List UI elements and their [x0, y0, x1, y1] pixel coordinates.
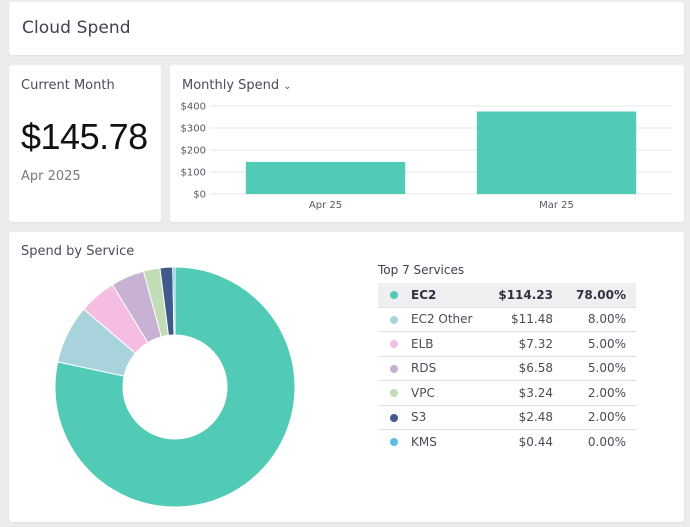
- header-card: Cloud Spend: [9, 2, 684, 55]
- legend-dot: [389, 291, 398, 300]
- y-tick-label: $300: [181, 124, 206, 135]
- x-tick-label: Apr 25: [309, 200, 342, 211]
- service-amount: $2.48: [481, 405, 553, 430]
- legend-dot: [389, 389, 398, 398]
- spend-by-service-card: Spend by Service Top 7 Services EC2 $114…: [9, 232, 684, 522]
- y-tick-label: $100: [181, 168, 206, 179]
- service-percent: 2.00%: [553, 405, 636, 430]
- monthly-spend-card: $0 $100 $200 $300 $400 Apr 25 Mar 25 Monthly S…: [170, 65, 684, 222]
- current-month-card: Current Month $145.78 Apr 2025: [9, 65, 161, 222]
- service-name: RDS: [409, 356, 481, 381]
- table-row[interactable]: KMS $0.44 0.00%: [378, 430, 636, 454]
- current-month-label: Current Month: [21, 78, 115, 93]
- table-row[interactable]: EC2 $114.23 78.00%: [378, 283, 636, 308]
- service-amount: $6.58: [481, 356, 553, 381]
- service-amount: $3.24: [481, 380, 553, 406]
- page-title: Cloud Spend: [22, 18, 131, 38]
- top-services-table: EC2 $114.23 78.00% EC2 Other $11.48 8.00…: [378, 283, 636, 454]
- table-row[interactable]: ELB $7.32 5.00%: [378, 331, 636, 357]
- bar: [245, 161, 406, 194]
- current-month-period: Apr 2025: [21, 169, 81, 184]
- y-tick-label: $400: [181, 102, 206, 113]
- chevron-down-icon: ⌄: [283, 81, 292, 92]
- bar: [476, 111, 637, 194]
- table-row[interactable]: S3 $2.48 2.00%: [378, 405, 636, 430]
- service-percent: 5.00%: [553, 356, 636, 381]
- legend-dot: [389, 315, 398, 324]
- y-tick-label: $0: [193, 190, 206, 201]
- legend-dot: [389, 413, 398, 422]
- service-name: KMS: [411, 434, 437, 449]
- service-amount: $0.44: [518, 434, 553, 449]
- spend-by-service-donut: [54, 266, 296, 508]
- service-name: S3: [409, 405, 481, 430]
- monthly-spend-title: Monthly Spend: [182, 78, 280, 93]
- current-month-amount: $145.78: [21, 116, 148, 157]
- table-row[interactable]: EC2 Other $11.48 8.00%: [378, 307, 636, 332]
- service-percent: 78.00%: [553, 283, 636, 308]
- table-row[interactable]: RDS $6.58 5.00%: [378, 356, 636, 381]
- x-tick-label: Mar 25: [539, 200, 574, 211]
- legend-dot: [389, 340, 398, 349]
- service-amount: $11.48: [481, 307, 553, 332]
- table-row[interactable]: VPC $3.24 2.00%: [378, 380, 636, 406]
- service-name: EC2: [409, 283, 481, 308]
- service-percent: 8.00%: [553, 307, 636, 332]
- service-amount: $114.23: [481, 283, 553, 308]
- service-name: EC2 Other: [409, 307, 481, 332]
- y-tick-label: $200: [181, 146, 206, 157]
- service-name: ELB: [409, 331, 481, 357]
- service-amount: $7.32: [481, 331, 553, 357]
- monthly-spend-dropdown[interactable]: Monthly Spend ⌄: [182, 78, 292, 93]
- service-name: VPC: [409, 380, 481, 406]
- legend-dot: [389, 364, 398, 373]
- service-percent: 5.00%: [553, 331, 636, 357]
- service-percent: 0.00%: [587, 434, 626, 449]
- service-percent: 2.00%: [553, 380, 636, 406]
- top-services-title: Top 7 Services: [378, 263, 465, 277]
- legend-dot: [389, 438, 398, 447]
